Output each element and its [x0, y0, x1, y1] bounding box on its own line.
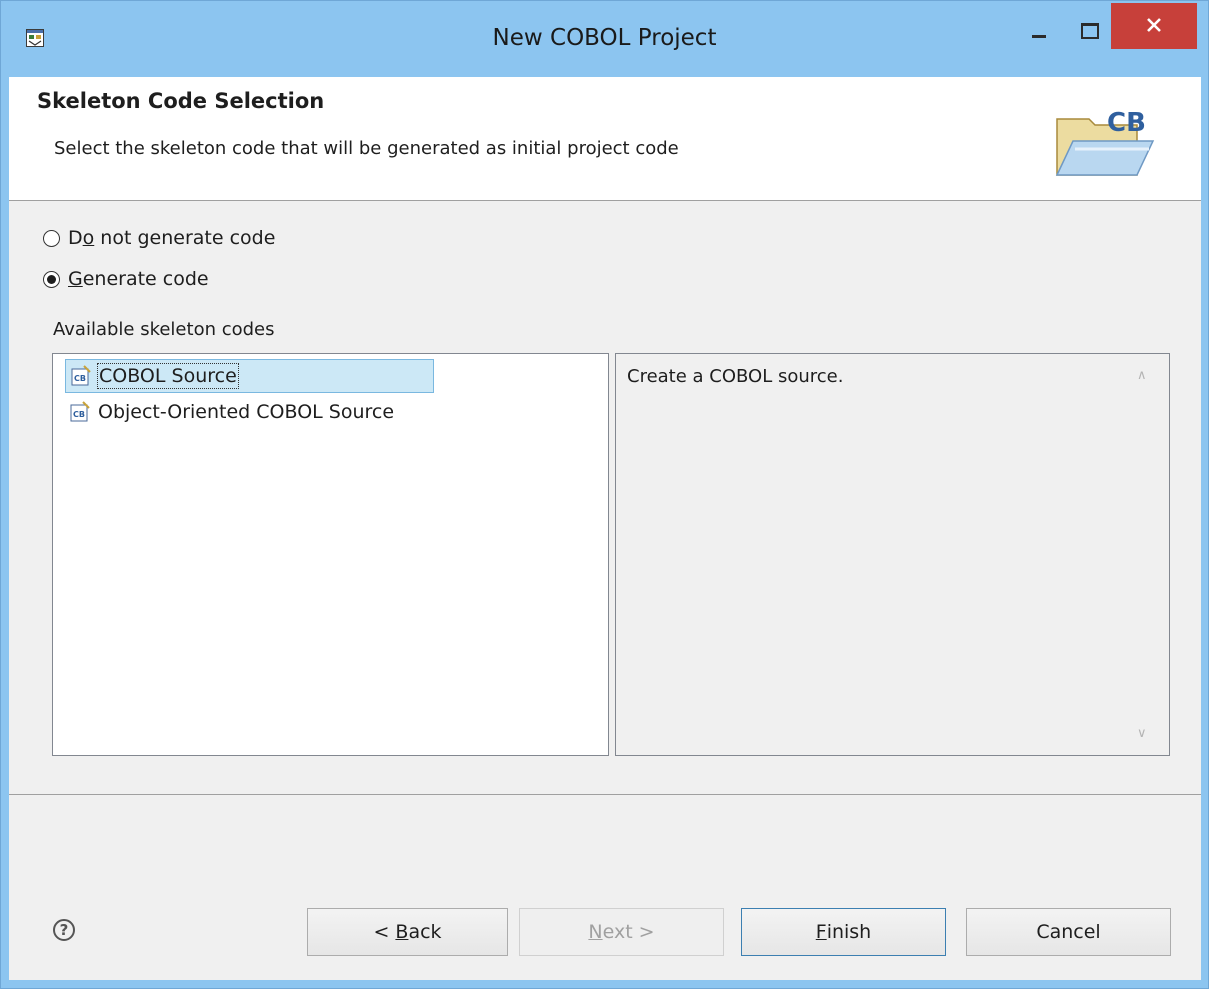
radio-button-checked[interactable]: [43, 270, 60, 288]
banner-title: Skeleton Code Selection: [37, 89, 325, 113]
button-label-part: ack: [408, 921, 442, 943]
scroll-down-icon[interactable]: ∨: [1137, 726, 1147, 741]
cobol-source-icon: CB: [71, 365, 91, 386]
maximize-button[interactable]: [1061, 3, 1111, 49]
title-bar[interactable]: New COBOL Project: [1, 1, 1208, 77]
radio-label-no-code: Do not generate code: [68, 227, 275, 249]
finish-button[interactable]: Finish: [741, 908, 946, 956]
radio-label-generate: Generate code: [68, 268, 209, 290]
svg-text:CB: CB: [73, 410, 85, 419]
button-label-part: <: [373, 921, 396, 943]
description-text: Create a COBOL source.: [627, 366, 844, 387]
list-item-label: Object-Oriented COBOL Source: [98, 401, 395, 423]
button-mnemonic: N: [588, 921, 603, 943]
help-button[interactable]: ?: [53, 919, 75, 941]
button-mnemonic: F: [815, 921, 827, 943]
list-item-label: COBOL Source: [97, 363, 239, 389]
skeleton-list[interactable]: CB COBOL Source CB Object-Oriented COBOL…: [52, 353, 609, 756]
next-button[interactable]: Next >: [519, 908, 724, 956]
button-label-part: ext >: [602, 921, 655, 943]
cobol-source-icon: CB: [70, 401, 90, 422]
dialog-client-area: Skeleton Code Selection Select the skele…: [9, 77, 1201, 980]
list-item-cobol-source[interactable]: CB COBOL Source: [65, 359, 434, 393]
minimize-button[interactable]: [1011, 3, 1061, 49]
radio-button-unchecked[interactable]: [43, 229, 60, 247]
maximize-icon: [1081, 23, 1099, 39]
label-mnemonic: o: [82, 227, 95, 249]
button-label-part: inish: [826, 921, 872, 943]
radio-generate-code[interactable]: Generate code: [43, 266, 209, 292]
label-part: not generate code: [94, 227, 276, 249]
radio-do-not-generate[interactable]: Do not generate code: [43, 225, 275, 251]
minimize-icon: [1032, 35, 1046, 38]
description-pane[interactable]: Create a COBOL source. ∧ ∨: [615, 353, 1170, 756]
cobol-project-folder-icon: CB: [1055, 108, 1155, 176]
svg-text:CB: CB: [74, 374, 86, 383]
banner-logo-text: CB: [1107, 108, 1146, 138]
label-mnemonic: G: [68, 268, 83, 290]
skeleton-list-label: Available skeleton codes: [53, 319, 275, 340]
scroll-up-icon[interactable]: ∧: [1137, 368, 1147, 383]
close-button[interactable]: [1111, 3, 1197, 49]
button-bar-separator: [9, 794, 1201, 795]
banner-subtitle: Select the skeleton code that will be ge…: [54, 138, 679, 159]
cancel-button[interactable]: Cancel: [966, 908, 1171, 956]
close-icon: [1147, 18, 1161, 32]
back-button[interactable]: < Back: [307, 908, 508, 956]
button-mnemonic: B: [395, 921, 409, 943]
wizard-banner: Skeleton Code Selection Select the skele…: [9, 77, 1201, 201]
list-item-oo-cobol-source[interactable]: CB Object-Oriented COBOL Source: [65, 395, 395, 429]
label-part: enerate code: [82, 268, 209, 290]
label-part: D: [68, 227, 83, 249]
dialog-window: New COBOL Project Skeleton Code Selectio…: [0, 0, 1209, 989]
